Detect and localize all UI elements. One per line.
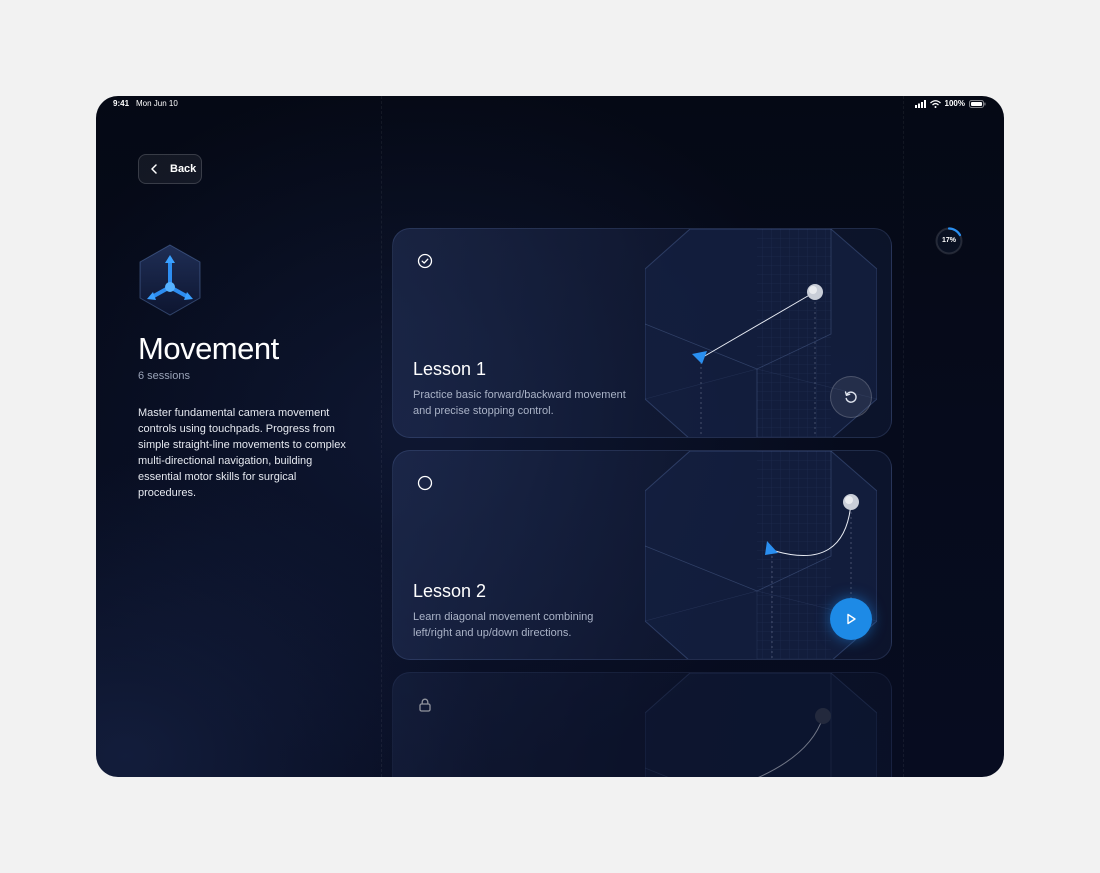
- status-date: Mon Jun 10: [136, 99, 178, 108]
- check-circle-icon: [417, 253, 433, 269]
- lock-icon: [419, 698, 431, 712]
- module-title: Movement: [138, 331, 279, 366]
- chevron-left-icon: [151, 164, 157, 174]
- status-indicators: 100%: [914, 99, 986, 108]
- status-bar: 9:41 Mon Jun 10 100%: [96, 96, 1004, 112]
- app-screen: 9:41 Mon Jun 10 100% Back Movement 6 ses…: [96, 96, 1004, 777]
- lesson-card-1[interactable]: Lesson 1 Practice basic forward/backward…: [392, 228, 892, 438]
- battery-icon: [969, 99, 986, 108]
- play-lesson-button[interactable]: [830, 598, 872, 640]
- lesson-description: Practice basic forward/backward movement…: [413, 389, 626, 417]
- movement-module-icon: [139, 244, 201, 316]
- layout-guide: [903, 96, 904, 777]
- status-time: 9:41: [113, 99, 130, 108]
- back-button-label: Back: [170, 163, 197, 175]
- signal-icon: [914, 99, 926, 108]
- replay-icon: [844, 391, 857, 403]
- lesson-description: Learn diagonal movement combining left/r…: [413, 611, 594, 639]
- circle-icon: [417, 475, 433, 491]
- layout-guide: [381, 96, 382, 777]
- replay-lesson-button[interactable]: [830, 376, 872, 418]
- battery-percentage: 100%: [944, 99, 965, 108]
- lesson-title: Lesson 2: [413, 581, 487, 601]
- session-count: 6 sessions: [138, 370, 190, 382]
- progress-percentage: 17%: [941, 237, 956, 244]
- lesson-title: Lesson 1: [413, 359, 487, 379]
- lesson-preview-graphic: [645, 673, 877, 777]
- back-button[interactable]: Back: [138, 154, 202, 184]
- lesson-card-3: [392, 672, 892, 777]
- wifi-icon: [929, 99, 941, 108]
- module-description: Master fundamental camera movement contr…: [138, 407, 346, 499]
- lesson-card-2[interactable]: Lesson 2 Learn diagonal movement combini…: [392, 450, 892, 660]
- play-icon: [847, 613, 856, 625]
